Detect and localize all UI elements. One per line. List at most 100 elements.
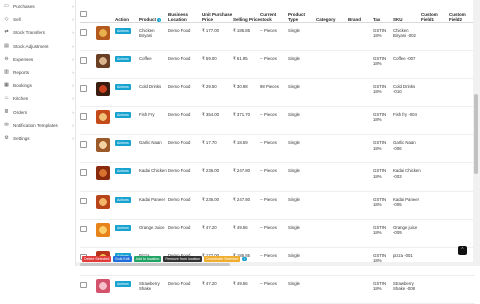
sidebar-item-label: Stock Adjustment (13, 43, 49, 49)
scrollbar-thumb[interactable] (80, 262, 230, 266)
table-row[interactable]: Actions Fish Fry Demo Food ₹ 354.00 ₹ 371.70… (80, 106, 475, 136)
current-stock: -- Pieces (260, 162, 288, 192)
sidebar-item-orders[interactable]: ≣ Orders › (0, 106, 76, 119)
sidebar-item-notification-templates[interactable]: ✉ Notification Templates › (0, 119, 76, 132)
select-all-checkbox[interactable] (80, 10, 87, 17)
row-checkbox[interactable] (80, 57, 87, 64)
sidebar-item-reports[interactable]: ▥ Reports › (0, 66, 76, 79)
sku: Coffee -007 (393, 50, 421, 80)
row-checkbox[interactable] (80, 141, 87, 148)
sidebar-item-kitchen[interactable]: ♨ Kitchen › (0, 92, 76, 105)
header-action[interactable]: Action (115, 0, 139, 23)
actions-button[interactable]: Actions (115, 112, 131, 119)
current-stock: -- Pieces (260, 219, 288, 248)
table-row[interactable]: Actions Kadai Paneer Demo Food ₹ 236.00 ₹ 24… (80, 191, 475, 220)
sidebar-item-label: Orders (13, 109, 28, 115)
vertical-scrollbar[interactable] (473, 0, 480, 266)
category (316, 50, 348, 80)
row-checkbox[interactable] (80, 85, 87, 92)
header-current-stock[interactable]: Current stock (260, 0, 288, 23)
unit-purchase-price: ₹ 29.50 (202, 78, 233, 108)
custom-field2 (449, 275, 475, 304)
product-type: Single (288, 50, 316, 80)
business-location: Demo Food (168, 191, 202, 220)
header-sku[interactable]: SKU (393, 0, 421, 23)
category (316, 191, 348, 220)
row-checkbox[interactable] (80, 197, 87, 205)
unit-purchase-price: ₹ 17.70 (202, 134, 233, 164)
sku: Orange juice -009 (393, 219, 421, 248)
scrollbar-thumb[interactable] (474, 94, 478, 174)
actions-button[interactable]: Actions (115, 28, 131, 34)
row-checkbox[interactable] (80, 281, 87, 289)
brand (348, 78, 373, 108)
sidebar-item-settings[interactable]: ⚙ Settings › (0, 132, 76, 145)
actions-button[interactable]: Actions (115, 280, 131, 287)
sidebar-item-label: Expenses (13, 56, 34, 62)
sidebar-item-sell[interactable]: ◇ Sell › (0, 13, 76, 26)
table-row[interactable]: Actions Chicken Biryani Demo Food ₹ 177.00 ₹… (80, 22, 475, 52)
header-business-location[interactable]: Business Location (168, 0, 202, 23)
current-stock: 98 Pieces (260, 78, 288, 108)
scroll-to-top-button[interactable]: ⌃ (458, 246, 467, 255)
header-tax[interactable]: Tax (373, 0, 393, 23)
tax: GSTIN 18% (373, 106, 393, 136)
header-category[interactable]: Category (316, 0, 348, 23)
sku: Strawberry Shake -008 (393, 275, 421, 304)
sidebar-item-label: Reports (13, 70, 30, 75)
business-location: Demo Food (168, 219, 202, 248)
sidebar-item-bookings[interactable]: ▦ Bookings › (0, 79, 76, 92)
row-checkbox[interactable] (80, 169, 87, 176)
row-checkbox[interactable] (80, 29, 87, 36)
unit-purchase-price: ₹ 177.00 (202, 22, 233, 52)
table-row[interactable]: Actions Strawberry Shake Demo Food ₹ 47.20 ₹… (80, 275, 475, 304)
tax: GSTIN 18% (373, 50, 393, 80)
brand (348, 50, 373, 80)
product-image (96, 138, 110, 153)
orders-icon: ≣ (4, 108, 9, 115)
actions-button[interactable]: Actions (115, 168, 131, 175)
row-checkbox[interactable] (80, 113, 87, 120)
actions-button[interactable]: Actions (115, 84, 131, 91)
header-custom-field2[interactable]: Custom Field2 (449, 0, 475, 23)
product-name: Strawberry Shake (139, 275, 168, 304)
table-row[interactable]: Actions Kadai Chicken Demo Food ₹ 236.00 ₹ 2… (80, 162, 475, 192)
product-image (96, 110, 110, 125)
actions-button[interactable]: Actions (115, 224, 131, 231)
sku: Kadai Paneer -005 (393, 191, 421, 220)
category (316, 78, 348, 108)
business-location: Demo Food (168, 162, 202, 192)
sidebar-item-purchases[interactable]: ▭ Purchases › (0, 0, 76, 13)
row-checkbox[interactable] (80, 225, 87, 233)
product-type: Single (288, 219, 316, 248)
sidebar-item-stock-transfers[interactable]: ⇄ Stock Transfers › (0, 26, 76, 39)
selling-price: ₹ 18.59 (233, 134, 260, 164)
table-row[interactable]: Actions Garlic Naan Demo Food ₹ 17.70 ₹ 18.5… (80, 134, 475, 164)
header-custom-field1[interactable]: Custom Field1 (421, 0, 449, 23)
custom-field1 (421, 162, 449, 192)
unit-purchase-price: ₹ 354.00 (202, 106, 233, 136)
category (316, 275, 348, 304)
tax: GSTIN 18% (373, 134, 393, 164)
product-type: Single (288, 275, 316, 304)
header-brand[interactable]: Brand (348, 0, 373, 23)
horizontal-scrollbar[interactable] (76, 262, 473, 266)
sidebar-item-stock-adjustment[interactable]: ▤ Stock Adjustment › (0, 40, 76, 53)
actions-button[interactable]: Actions (115, 140, 131, 147)
current-stock: -- Pieces (260, 50, 288, 80)
custom-field2 (449, 22, 475, 52)
header-product[interactable]: Product (139, 17, 156, 22)
product-type: Single (288, 191, 316, 220)
header-selling-price[interactable]: Selling Price (233, 0, 260, 23)
table-row[interactable]: Actions Coffee Demo Food ₹ 59.00 ₹ 61.95 -- P… (80, 50, 475, 80)
sidebar-item-expenses[interactable]: ⊖ Expenses › (0, 53, 76, 66)
table-row[interactable]: Actions Cold Drinks Demo Food ₹ 29.50 ₹ 30.9… (80, 78, 475, 108)
actions-button[interactable]: Actions (115, 56, 131, 63)
header-product-type[interactable]: Product Type (288, 0, 316, 23)
brand (348, 219, 373, 248)
actions-button[interactable]: Actions (115, 196, 131, 203)
table-row[interactable]: Actions Orange Juice Demo Food ₹ 47.20 ₹ 49.… (80, 219, 475, 248)
sku: Chicken Biryani -002 (393, 22, 421, 52)
header-unit-purchase-price[interactable]: Unit Purchase Price (202, 0, 233, 23)
info-icon: i (157, 17, 162, 22)
